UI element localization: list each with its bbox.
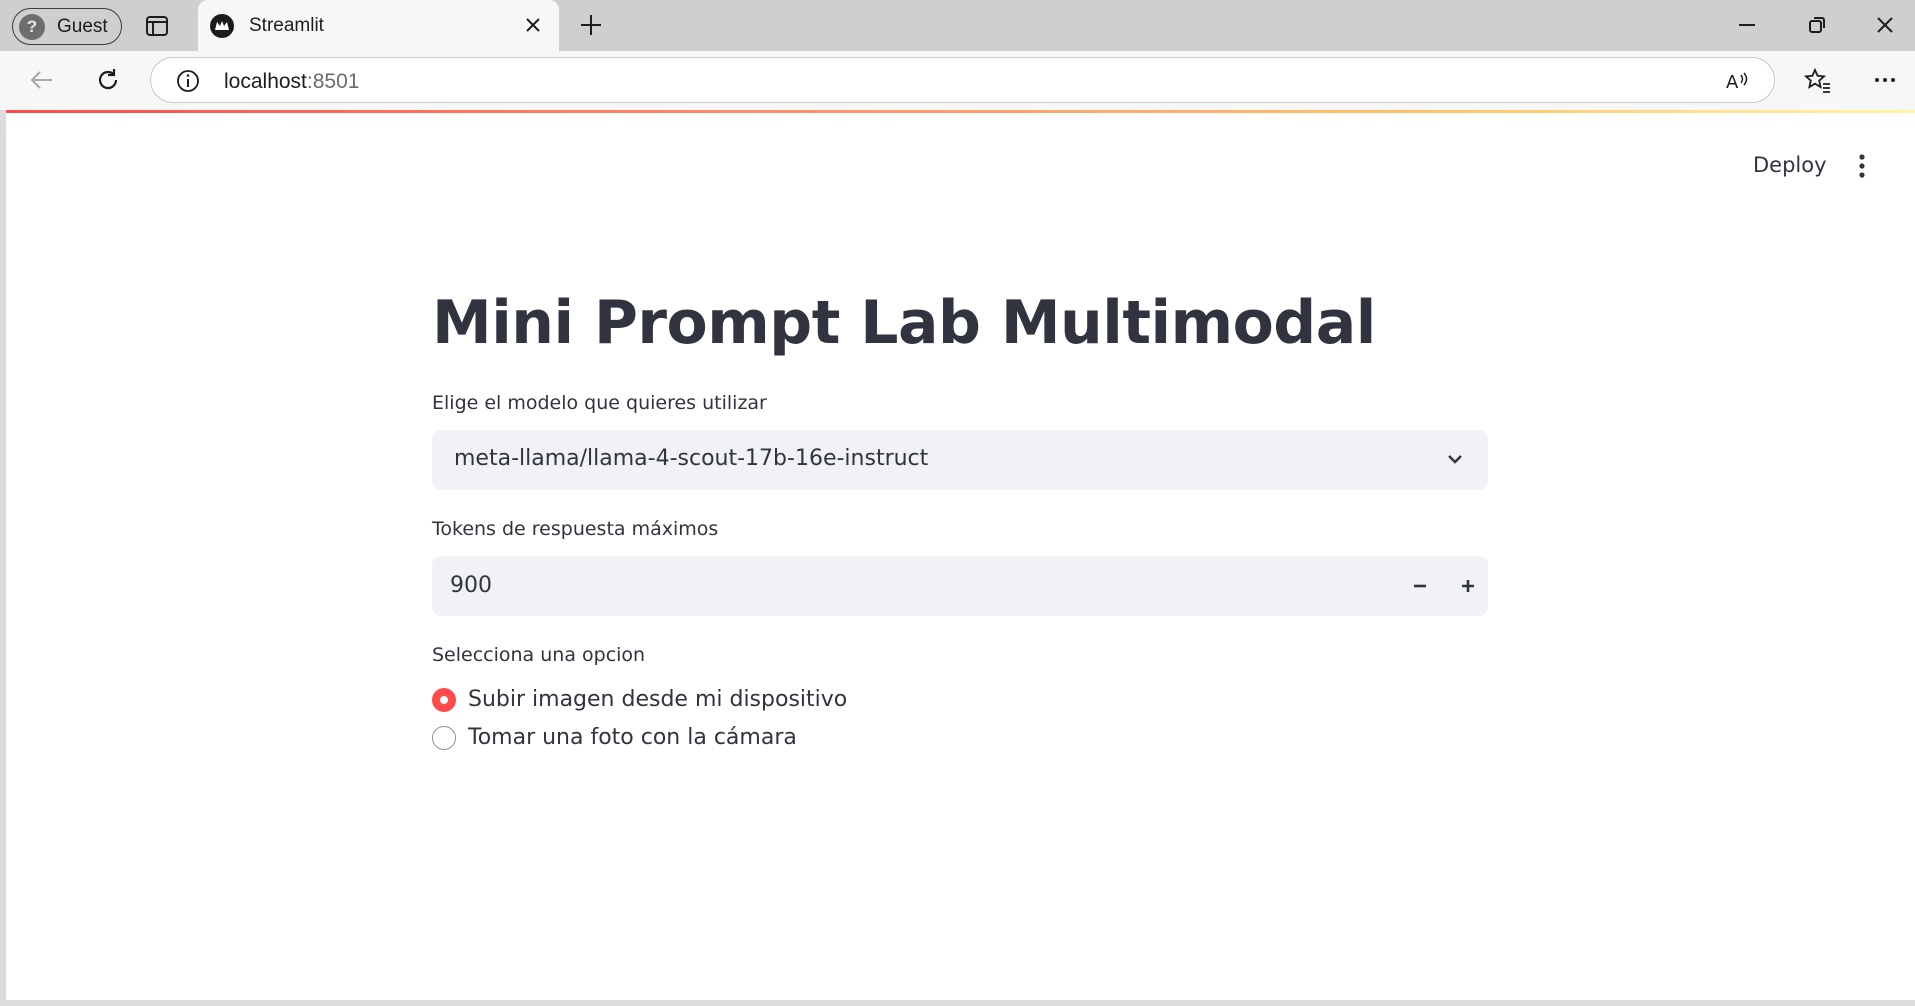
option-radio-label: Selecciona una opcion: [432, 644, 646, 666]
main-menu-icon[interactable]: [1852, 153, 1872, 179]
guest-avatar-icon: [19, 13, 45, 40]
site-info-icon[interactable]: [175, 68, 201, 94]
profile-button[interactable]: Guest: [12, 8, 122, 45]
tokens-number-input[interactable]: 900: [432, 556, 1488, 616]
more-options-icon[interactable]: [1870, 65, 1900, 95]
close-tab-icon[interactable]: [521, 13, 545, 37]
radio-option-label: Tomar una foto con la cámara: [468, 725, 797, 750]
page-title: Mini Prompt Lab Multimodal: [432, 288, 1376, 358]
read-aloud-icon[interactable]: A: [1724, 67, 1752, 95]
address-bar[interactable]: localhost:8501 A: [150, 57, 1775, 103]
tokens-value: 900: [450, 573, 492, 598]
new-tab-icon[interactable]: [576, 10, 606, 40]
reload-icon[interactable]: [93, 65, 123, 95]
close-window-icon[interactable]: [1870, 10, 1900, 40]
minus-icon: [1414, 584, 1426, 588]
tab-title: Streamlit: [249, 14, 324, 36]
chevron-down-icon: [1448, 455, 1462, 464]
model-select-label: Elige el modelo que quieres utilizar: [432, 392, 767, 414]
url-port: :8501: [306, 70, 360, 93]
browser-toolbar: localhost:8501 A: [0, 51, 1915, 110]
url-host: localhost: [224, 70, 307, 93]
favorites-icon[interactable]: [1802, 65, 1832, 95]
radio-option-label: Subir imagen desde mi dispositivo: [468, 687, 848, 712]
profile-label: Guest: [57, 15, 108, 37]
svg-text:A: A: [1726, 72, 1739, 93]
increment-button[interactable]: [1450, 568, 1486, 604]
radio-unselected-icon[interactable]: [432, 725, 456, 750]
deploy-button[interactable]: Deploy: [1753, 153, 1827, 177]
model-select[interactable]: meta-llama/llama-4-scout-17b-16e-instruc…: [432, 430, 1488, 490]
radio-selected-icon[interactable]: [432, 687, 456, 712]
radio-option-camera[interactable]: Tomar una foto con la cámara: [432, 725, 797, 750]
minimize-icon[interactable]: [1732, 10, 1762, 40]
back-arrow-icon[interactable]: [27, 65, 57, 95]
app-page: Deploy Mini Prompt Lab Multimodal Elige …: [6, 113, 1915, 1000]
radio-option-upload[interactable]: Subir imagen desde mi dispositivo: [432, 687, 847, 712]
plus-icon: [1462, 580, 1474, 592]
tokens-input-label: Tokens de respuesta máximos: [432, 518, 719, 540]
browser-tab-strip: Guest Streamlit: [0, 0, 1915, 51]
decrement-button[interactable]: [1402, 568, 1438, 604]
tab-actions-icon[interactable]: [143, 12, 171, 40]
model-select-value: meta-llama/llama-4-scout-17b-16e-instruc…: [454, 446, 929, 471]
url-text: localhost:8501: [224, 70, 359, 94]
active-tab[interactable]: Streamlit: [198, 0, 559, 51]
streamlit-favicon-icon: [210, 13, 234, 38]
restore-icon[interactable]: [1802, 10, 1832, 40]
